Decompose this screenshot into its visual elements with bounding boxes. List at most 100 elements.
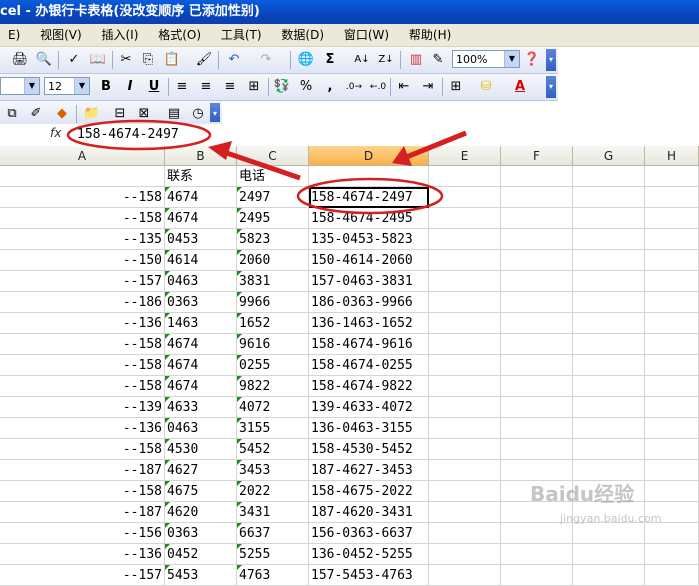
cell[interactable]	[573, 544, 645, 565]
cell[interactable]	[0, 166, 165, 187]
cell[interactable]	[429, 355, 501, 376]
insert-rows-icon[interactable]: ⊟	[110, 104, 130, 124]
merge-center-icon[interactable]: ⊞	[244, 77, 264, 97]
cell-c[interactable]: 0255	[237, 355, 309, 376]
cell[interactable]	[573, 208, 645, 229]
cell-a[interactable]: --150	[0, 250, 165, 271]
cell[interactable]	[573, 292, 645, 313]
cell[interactable]	[501, 355, 573, 376]
cell-b[interactable]: 4675	[165, 481, 237, 502]
cell-a[interactable]: --156	[0, 523, 165, 544]
cell-a[interactable]: --187	[0, 460, 165, 481]
print-icon[interactable]: 🖨	[10, 50, 30, 70]
cell-b[interactable]: 4620	[165, 502, 237, 523]
column-header-c[interactable]: C	[237, 146, 309, 166]
folder-icon[interactable]: 📁	[82, 104, 102, 124]
cell-a[interactable]: --158	[0, 208, 165, 229]
cell-c[interactable]: 5452	[237, 439, 309, 460]
cell[interactable]	[501, 565, 573, 586]
underline-button[interactable]: U	[144, 77, 164, 97]
cell[interactable]	[645, 376, 699, 397]
cell-b[interactable]: 4674	[165, 187, 237, 208]
cell[interactable]	[429, 334, 501, 355]
cell-b[interactable]: 0463	[165, 271, 237, 292]
cell-a[interactable]: --158	[0, 334, 165, 355]
cell[interactable]	[645, 313, 699, 334]
cell-b[interactable]: 4530	[165, 439, 237, 460]
cell-b[interactable]: 0363	[165, 292, 237, 313]
research-icon[interactable]: 📖	[88, 50, 108, 70]
cell[interactable]	[429, 271, 501, 292]
cell[interactable]	[645, 229, 699, 250]
cell-c[interactable]: 2060	[237, 250, 309, 271]
cell-a[interactable]: --186	[0, 292, 165, 313]
sort-descending-icon[interactable]: Z↓	[376, 50, 396, 70]
font-size-select[interactable]: 12 ▼	[44, 77, 90, 95]
cell-d[interactable]: 158-4674-9822	[309, 376, 429, 397]
cell[interactable]	[501, 418, 573, 439]
cell-c[interactable]: 5823	[237, 229, 309, 250]
cell[interactable]	[573, 187, 645, 208]
cell-d[interactable]: 187-4627-3453	[309, 460, 429, 481]
cell[interactable]	[645, 250, 699, 271]
new-comment-icon[interactable]: ⧉	[2, 104, 22, 124]
comma-style-icon[interactable]: ,	[320, 77, 340, 97]
cell-a[interactable]: --187	[0, 502, 165, 523]
menu-insert[interactable]: 插入(I)	[94, 24, 147, 46]
cell[interactable]	[429, 418, 501, 439]
menu-tools[interactable]: 工具(T)	[213, 24, 270, 46]
help-icon[interactable]: ❓	[522, 50, 542, 70]
cell-d[interactable]: 157-5453-4763	[309, 565, 429, 586]
cell-a[interactable]: --158	[0, 481, 165, 502]
cell-a[interactable]: --158	[0, 439, 165, 460]
ink-icon[interactable]: ✐	[26, 104, 46, 124]
cell-c[interactable]: 2495	[237, 208, 309, 229]
cell[interactable]	[573, 565, 645, 586]
cell[interactable]	[429, 565, 501, 586]
cell[interactable]	[645, 460, 699, 481]
menu-view[interactable]: 视图(V)	[32, 24, 90, 46]
cell-b[interactable]: 4674	[165, 208, 237, 229]
cell[interactable]	[429, 376, 501, 397]
italic-button[interactable]: I	[120, 77, 140, 97]
cell[interactable]	[645, 334, 699, 355]
redo-icon[interactable]: ↷	[256, 50, 276, 70]
cell-c[interactable]: 6637	[237, 523, 309, 544]
hyperlink-icon[interactable]: 🌐	[296, 50, 316, 70]
cell-c[interactable]: 9966	[237, 292, 309, 313]
menu-format[interactable]: 格式(O)	[150, 24, 209, 46]
cell-b[interactable]: 1463	[165, 313, 237, 334]
cell[interactable]	[501, 439, 573, 460]
cell-a[interactable]: --139	[0, 397, 165, 418]
cell[interactable]	[501, 271, 573, 292]
cell-c[interactable]: 9616	[237, 334, 309, 355]
cell[interactable]	[573, 250, 645, 271]
cell[interactable]	[501, 166, 573, 187]
cell[interactable]	[429, 187, 501, 208]
cell[interactable]	[645, 166, 699, 187]
clock-icon[interactable]: ◷	[188, 104, 208, 124]
cell-d[interactable]: 158-4674-2497	[309, 187, 429, 208]
spelling-icon[interactable]: ✓	[64, 50, 84, 70]
cell-a[interactable]: --136	[0, 313, 165, 334]
cell-c[interactable]: 3831	[237, 271, 309, 292]
decrease-decimal-icon[interactable]: ←.0	[368, 77, 388, 97]
cell-c[interactable]: 2497	[237, 187, 309, 208]
alert-icon[interactable]: ◆	[52, 104, 72, 124]
column-header-h[interactable]: H	[645, 146, 699, 166]
cell-d[interactable]: 158-4674-9616	[309, 334, 429, 355]
increase-indent-icon[interactable]: ⇥	[418, 77, 438, 97]
formula-input[interactable]: 158-4674-2497	[77, 127, 179, 142]
cell[interactable]	[501, 208, 573, 229]
column-header-d[interactable]: D	[309, 146, 429, 166]
cell-contact-header[interactable]: 联系	[165, 166, 237, 187]
cell[interactable]	[573, 523, 645, 544]
cell-c[interactable]: 1652	[237, 313, 309, 334]
column-header-g[interactable]: G	[573, 146, 645, 166]
cell[interactable]	[645, 355, 699, 376]
toolbar-options-icon[interactable]: ▾	[546, 76, 556, 98]
delete-rows-icon[interactable]: ⊠	[134, 104, 154, 124]
cell-d[interactable]: 136-1463-1652	[309, 313, 429, 334]
bold-button[interactable]: B	[96, 77, 116, 97]
cell-c[interactable]: 5255	[237, 544, 309, 565]
